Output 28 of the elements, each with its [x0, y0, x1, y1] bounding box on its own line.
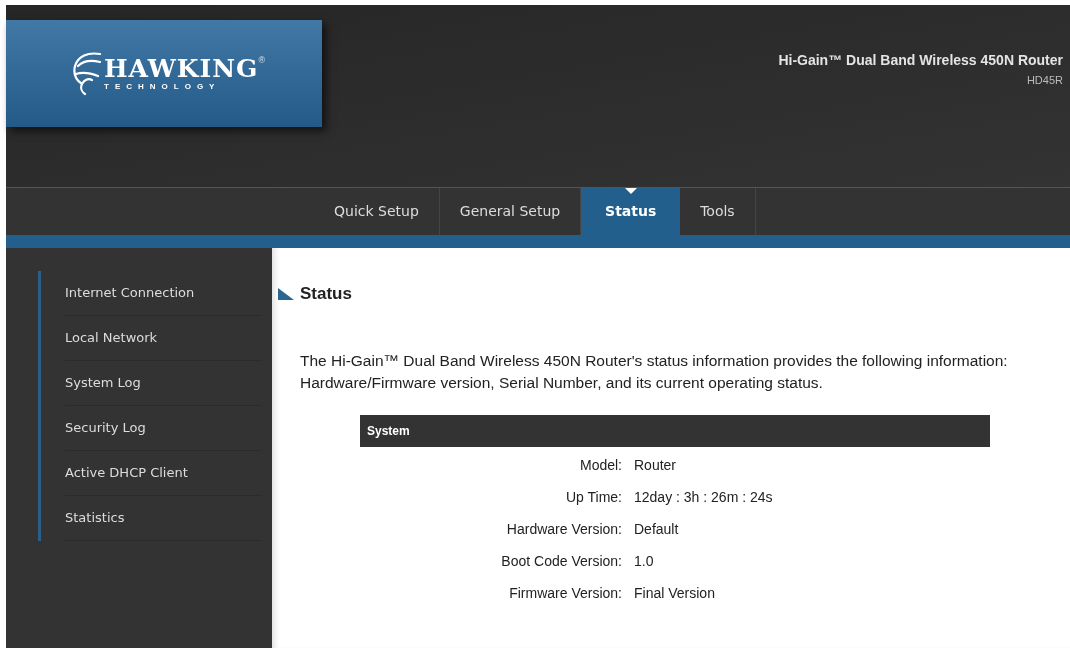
sidebar-link[interactable]: Active DHCP Client: [65, 463, 188, 483]
table-title: System: [367, 422, 410, 440]
sidebar-link[interactable]: System Log: [65, 373, 141, 393]
field-value: Final Version: [634, 585, 715, 601]
product-title: Hi-Gain™ Dual Band Wireless 450N Router: [778, 51, 1063, 70]
sidebar-link[interactable]: Security Log: [65, 418, 146, 438]
model-number: HD45R: [1026, 73, 1063, 88]
field-label: Up Time:: [566, 489, 622, 505]
pointer-icon: [624, 188, 637, 194]
field-label: Hardware Version:: [506, 521, 622, 537]
field-value: Router: [634, 457, 677, 473]
page-heading: Status: [300, 283, 352, 305]
eagle-head-icon: [72, 49, 102, 98]
field-value: Default: [634, 521, 679, 537]
sidebar-link[interactable]: Internet Connection: [65, 283, 195, 303]
field-value: 1.0: [634, 553, 654, 569]
registered-mark: ®: [258, 56, 266, 65]
nav-tab[interactable]: Status: [581, 188, 681, 235]
sidebar-link[interactable]: Statistics: [65, 508, 125, 528]
field-value: 12day : 3h : 26m : 24s: [634, 489, 773, 505]
sidebar-link[interactable]: Local Network: [65, 328, 158, 348]
field-label: Boot Code Version:: [501, 553, 622, 569]
logo-wordmark: HAWKING: [104, 56, 259, 81]
field-label: Model:: [579, 457, 622, 473]
corner-triangle-icon: [278, 287, 294, 300]
logo-tagline: TECHNOLOGY: [104, 83, 221, 91]
field-label: Firmware Version:: [509, 585, 622, 601]
page-description: The Hi-Gain™ Dual Band Wireless 450N Router's status information provides the following information: Hardware/Firmware version, Serial Number, and its current operating status.: [299, 350, 1009, 393]
